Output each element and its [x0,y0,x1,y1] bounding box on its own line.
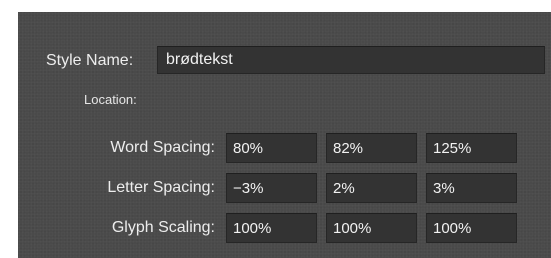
letter-spacing-max-field[interactable] [426,173,517,203]
style-name-input[interactable] [157,46,545,74]
glyph-scaling-label: Glyph Scaling: [111,219,215,236]
word-spacing-label: Word Spacing: [110,139,215,156]
style-name-label: Style Name: [46,52,134,69]
glyph-scaling-min-field[interactable] [226,213,317,243]
glyph-scaling-desired-field[interactable] [326,213,417,243]
word-spacing-min-field[interactable] [226,133,317,163]
word-spacing-max-field[interactable] [426,133,517,163]
glyph-scaling-max-field[interactable] [426,213,517,243]
letter-spacing-min-field[interactable] [226,173,317,203]
location-label: Location: [84,92,137,107]
letter-spacing-desired-field[interactable] [326,173,417,203]
word-spacing-desired-field[interactable] [326,133,417,163]
letter-spacing-label: Letter Spacing: [107,179,215,196]
paragraph-style-panel: Style Name: Location: Word Spacing: Lett… [18,12,551,258]
